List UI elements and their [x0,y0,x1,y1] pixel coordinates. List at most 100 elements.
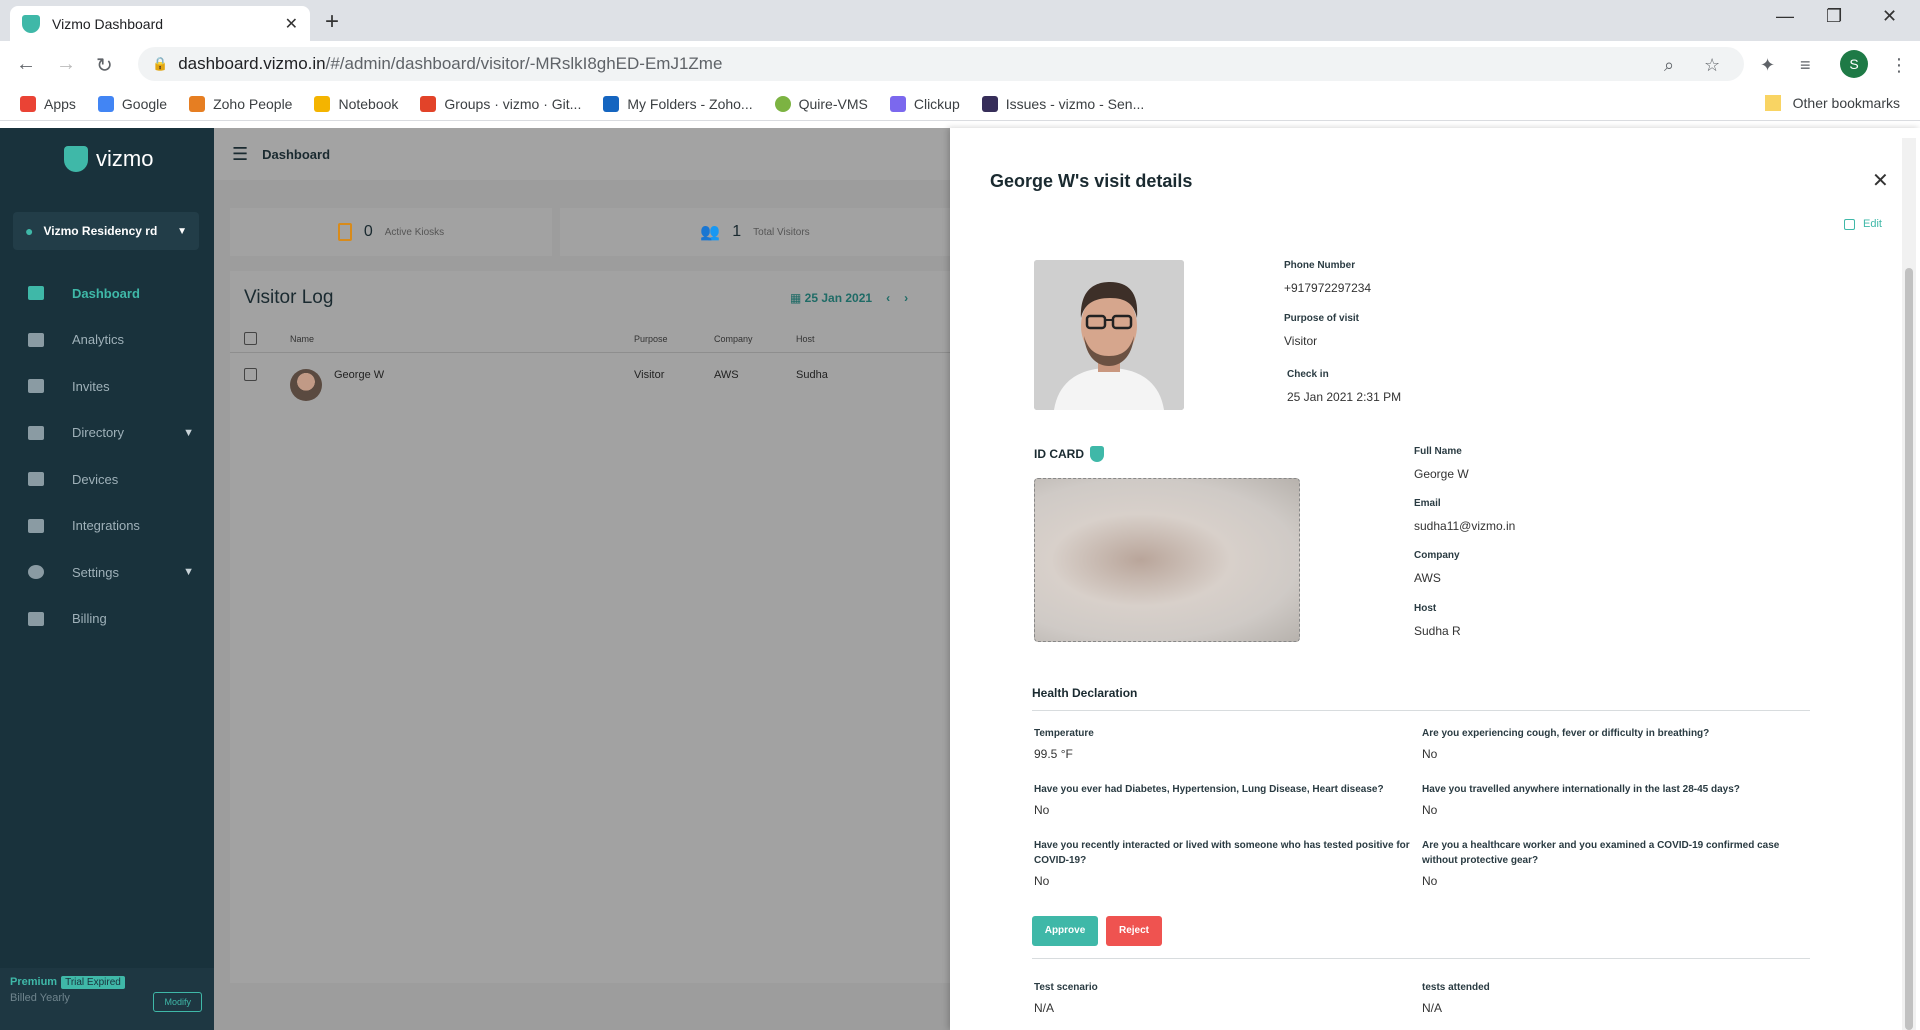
question-text: Have you recently interacted or lived wi… [1034,840,1410,866]
chevron-left-icon[interactable]: ‹ [886,291,890,305]
bookmark-label: Groups · vizmo · Git... [444,95,582,112]
other-bookmarks[interactable]: Other bookmarks [1764,95,1900,111]
extra-field: Test scenario N/A [1034,980,1414,1015]
bookmark-apps[interactable]: Apps [20,95,76,112]
calendar-icon: ▦ [790,291,805,305]
calendar-icon [28,379,44,394]
menu-kebab-icon[interactable]: ⋮ [1890,55,1908,76]
id-card-image[interactable] [1034,478,1300,642]
zoho-icon [189,95,206,112]
hamburger-icon[interactable]: ☰ [232,144,248,165]
field-label: Email [1414,498,1441,509]
avatar [290,369,322,401]
sidebar-item-settings[interactable]: Settings ▼ [0,549,214,596]
drawer-scrollbar[interactable] [1902,138,1916,1030]
bookmark-clickup[interactable]: Clickup [889,95,960,112]
folder-chart-icon [603,95,620,112]
browser-tabbar: Vizmo Dashboard ✕ + — ❐ ✕ [0,0,1920,41]
restore-icon[interactable]: ❐ [1826,6,1842,27]
question-text: tests attended [1422,982,1490,993]
question-text: Temperature [1034,728,1094,739]
bookmark-gitlab[interactable]: Groups · vizmo · Git... [420,95,582,112]
back-icon[interactable]: ← [16,53,36,76]
card-icon [28,611,44,626]
answer-text: No [1422,874,1438,888]
health-question: Have you ever had Diabetes, Hypertension… [1034,782,1414,817]
minimize-icon[interactable]: — [1776,6,1794,27]
zoom-icon[interactable]: ⌕ [1664,55,1674,76]
profile-avatar[interactable]: S [1840,50,1868,78]
modify-plan-button[interactable]: Modify [153,992,202,1012]
sidebar-item-dashboard[interactable]: Dashboard [0,270,214,317]
approve-button[interactable]: Approve [1032,916,1098,946]
bookmark-label: My Folders - Zoho... [627,95,753,112]
visitor-portrait-icon [1034,260,1184,410]
sidebar-item-devices[interactable]: Devices [0,456,214,503]
browser-toolbar: ← → ↻ 🔒 dashboard.vizmo.in/#/admin/dashb… [0,41,1920,87]
bookmark-zoho-folders[interactable]: My Folders - Zoho... [603,95,753,112]
bookmark-google[interactable]: Google [97,95,168,112]
question-text: Are you a healthcare worker and you exam… [1422,840,1780,866]
row-checkbox[interactable] [244,368,257,381]
star-icon[interactable]: ☆ [1704,55,1720,76]
brand-logo[interactable]: vizmo [64,146,153,172]
devices-icon [28,472,44,487]
question-text: Have you ever had Diabetes, Hypertension… [1034,784,1384,795]
host-value: Sudha R [1414,624,1461,638]
health-question: Have you travelled anywhere internationa… [1422,782,1802,817]
health-question: Are you experiencing cough, fever or dif… [1422,726,1802,761]
forward-icon[interactable]: → [56,53,76,76]
divider [1032,958,1810,959]
other-bookmarks-label: Other bookmarks [1792,95,1900,111]
plan-panel: Premium Trial Expired Billed Yearly Modif… [0,968,214,1030]
dashboard-icon [28,286,44,301]
bookmark-notebook[interactable]: Notebook [314,95,399,112]
field-label: Full Name [1414,446,1462,457]
grid-icon [28,518,44,533]
sidebar-item-label: Invites [72,378,110,394]
close-tab-icon[interactable]: ✕ [285,14,298,34]
url-host: dashboard.vizmo.in [178,54,326,73]
close-window-icon[interactable]: ✕ [1882,6,1897,27]
trial-badge: Trial Expired [61,976,125,989]
extensions-icon[interactable]: ✦ [1760,55,1775,76]
bookmark-label: Notebook [338,95,399,112]
location-select[interactable]: ● Vizmo Residency rd ▼ [13,212,199,250]
bookmark-label: Google [121,95,168,112]
select-all-checkbox[interactable] [244,332,257,345]
bookmark-zoho-people[interactable]: Zoho People [189,95,292,112]
chevron-right-icon[interactable]: › [904,291,908,305]
fullname-field: Full Name George W [1414,446,1469,481]
email-field: Email sudha11@vizmo.in [1414,498,1515,533]
sidebar-item-analytics[interactable]: Analytics [0,317,214,364]
sidebar: vizmo ● Vizmo Residency rd ▼ Dashboard A… [0,128,214,1030]
media-icon[interactable]: ≡ [1800,55,1811,76]
caret-down-icon: ▼ [177,225,187,237]
reload-icon[interactable]: ↻ [96,53,113,78]
address-bar[interactable]: 🔒 dashboard.vizmo.in/#/admin/dashboard/v… [138,47,1744,81]
new-tab-icon[interactable]: + [325,8,339,36]
sentry-icon [981,95,998,112]
bookmark-sentry[interactable]: Issues - vizmo - Sen... [981,95,1144,112]
bookmark-label: Quire-VMS [798,95,868,112]
visitor-host: Sudha [796,369,828,381]
close-icon[interactable]: ✕ [1872,168,1889,193]
sidebar-item-label: Settings [72,564,119,580]
sidebar-item-directory[interactable]: Directory ▼ [0,410,214,457]
edit-button[interactable]: Edit [1844,218,1882,230]
browser-tab[interactable]: Vizmo Dashboard ✕ [10,6,310,41]
scrollbar-thumb[interactable] [1905,268,1913,1030]
reject-button[interactable]: Reject [1106,916,1162,946]
visitor-log-title: Visitor Log [244,287,334,308]
stat-value: 0 [363,223,373,240]
edit-icon [1844,218,1855,230]
bookmark-quire[interactable]: Quire-VMS [774,95,868,112]
health-question: Temperature 99.5 °F [1034,726,1414,761]
sidebar-item-integrations[interactable]: Integrations [0,503,214,550]
field-label: Phone Number [1284,260,1356,271]
date-picker[interactable]: ▦ 25 Jan 2021 ‹ › [790,291,908,305]
sidebar-item-invites[interactable]: Invites [0,363,214,410]
sidebar-item-label: Dashboard [72,285,140,301]
answer-text: No [1422,803,1438,817]
sidebar-item-billing[interactable]: Billing [0,596,214,643]
